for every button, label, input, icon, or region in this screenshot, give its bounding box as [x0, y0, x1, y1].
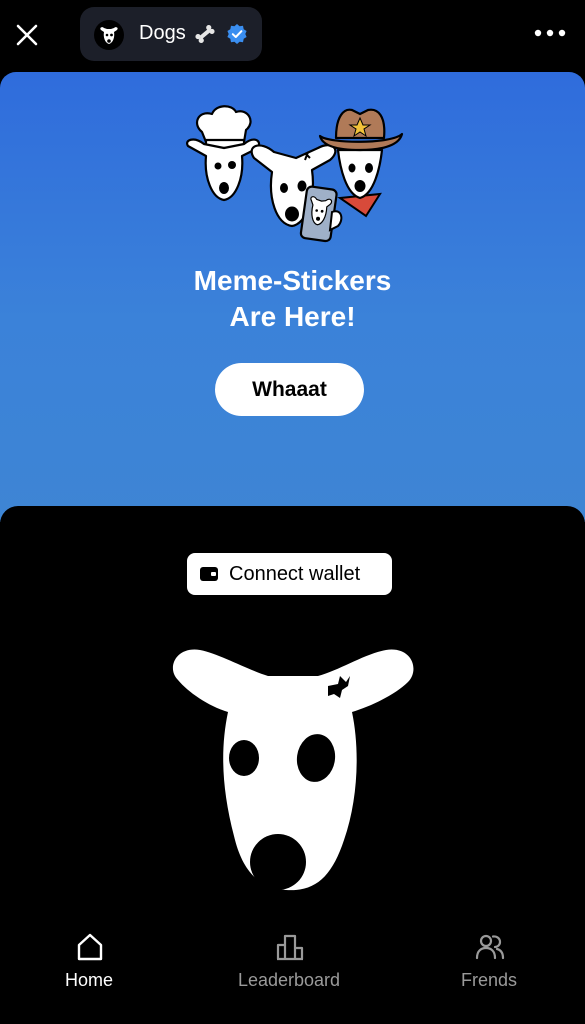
home-icon	[77, 933, 103, 961]
friends-icon	[475, 934, 505, 960]
nav-label-leaderboard: Leaderboard	[237, 970, 341, 990]
bot-title-pill[interactable]: Dogs	[80, 7, 262, 61]
banner-title-line1: Meme-Stickers	[193, 265, 392, 296]
sticker-dogs-illustration	[186, 105, 404, 243]
dog-avatar-icon	[94, 20, 124, 50]
dog-logo	[172, 649, 414, 891]
banner-title: Meme-Stickers Are Here!	[0, 263, 585, 335]
verified-badge-icon	[227, 24, 247, 44]
leaderboard-icon	[276, 934, 304, 961]
connect-wallet-button[interactable]: Connect wallet	[187, 553, 392, 595]
nav-label-frens: Frends	[460, 970, 518, 990]
promo-banner: Meme-Stickers Are Here! Whaaat	[0, 72, 585, 522]
connect-wallet-label: Connect wallet	[229, 563, 361, 585]
nav-item-home[interactable]: Home	[9, 932, 169, 1002]
nav-item-frens[interactable]: Frends	[409, 932, 569, 1002]
bone-icon	[195, 24, 215, 44]
banner-title-line2: Are Here!	[229, 301, 356, 332]
close-icon[interactable]	[14, 22, 40, 48]
bottom-nav: Home Leaderboard Frends	[0, 920, 585, 1024]
page-title: Dogs	[139, 22, 186, 44]
nav-item-leaderboard[interactable]: Leaderboard	[209, 932, 369, 1002]
nav-label-home: Home	[64, 970, 113, 990]
whaaat-button[interactable]: Whaaat	[215, 363, 364, 416]
more-icon[interactable]	[533, 26, 567, 40]
wallet-icon	[200, 567, 218, 581]
top-bar: Dogs	[0, 0, 585, 72]
